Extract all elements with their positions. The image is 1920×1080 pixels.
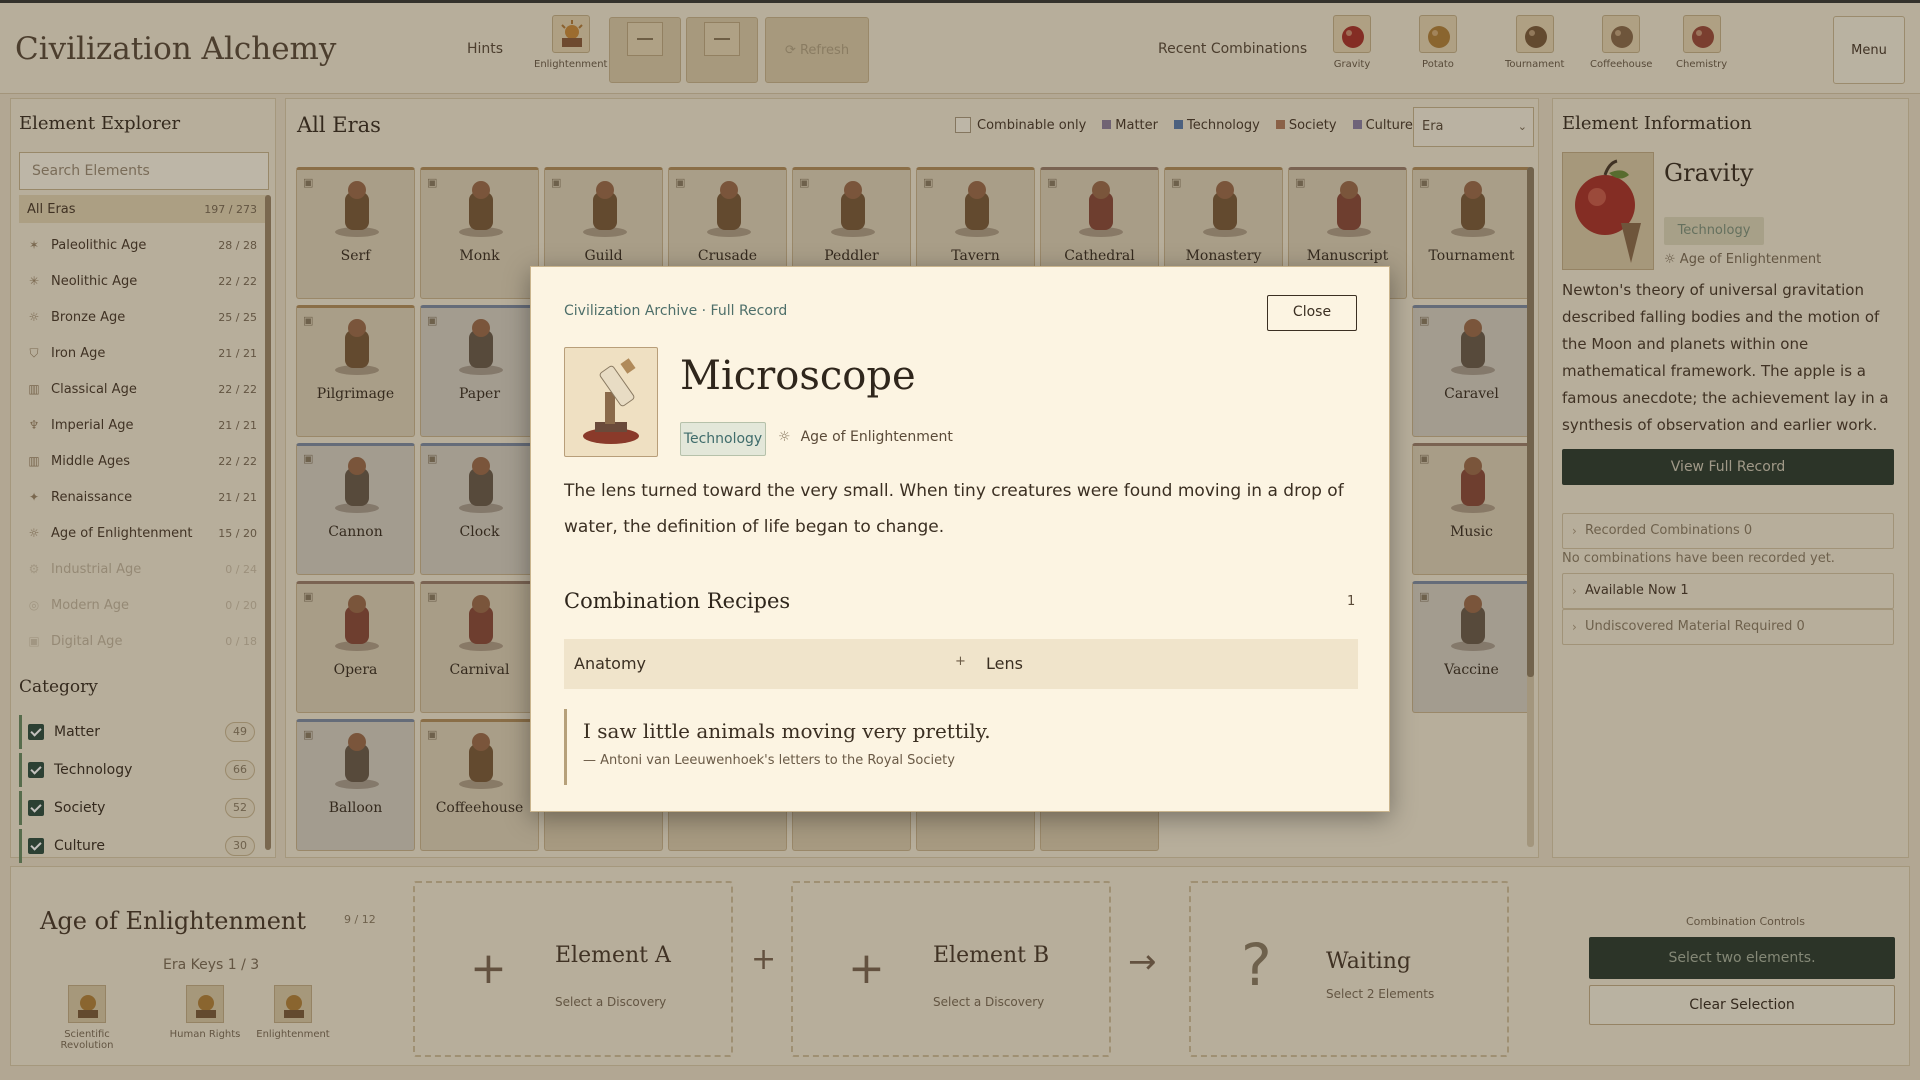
recipes-count: 1 [1347, 594, 1356, 609]
quote-source: — Antoni van Leeuwenhoek's letters to th… [583, 753, 955, 768]
recipes-title: Combination Recipes [564, 589, 791, 613]
recipe-plus: + [955, 654, 966, 669]
sun-rays-icon: ☼ [778, 429, 791, 445]
modal-description: The lens turned toward the very small. W… [564, 481, 1344, 537]
modal-quote: I saw little animals moving very prettil… [564, 709, 1358, 785]
microscope-icon [564, 347, 658, 457]
quote-text: I saw little animals moving very prettil… [583, 719, 991, 743]
modal-category-tag: Technology [680, 422, 766, 456]
modal-kicker: Civilization Archive · Full Record [564, 303, 788, 319]
close-button[interactable]: Close [1267, 295, 1357, 331]
recipe-ingredient-b: Lens [986, 654, 1023, 673]
modal-element-name: Microscope [680, 353, 916, 399]
recipe-ingredient-a: Anatomy [574, 654, 647, 673]
recipe-row: Anatomy + Lens [564, 639, 1358, 689]
modal-era: ☼ Age of Enlightenment [778, 429, 953, 445]
full-record-modal: Civilization Archive · Full Record Close… [530, 266, 1390, 812]
